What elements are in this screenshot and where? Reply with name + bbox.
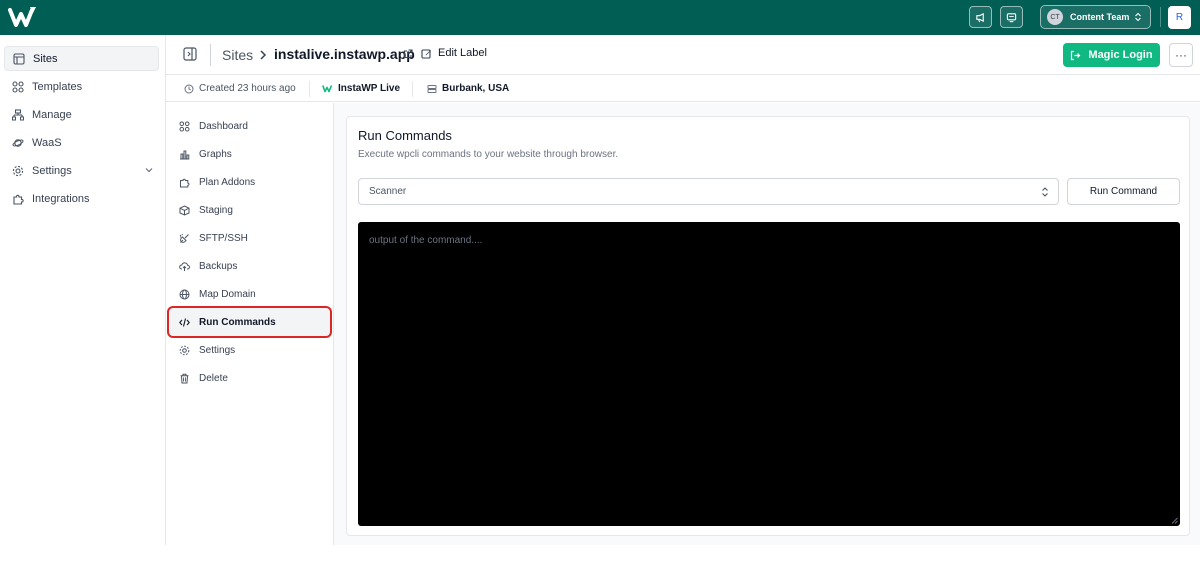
created-text: Created 23 hours ago — [199, 83, 296, 94]
breadcrumb-site-name: instalive.instawp.app — [274, 46, 415, 62]
box-icon — [179, 204, 190, 216]
subnav-item-sftp-ssh[interactable]: SFTP/SSH — [169, 224, 330, 252]
more-options-button[interactable]: ··· — [1169, 43, 1193, 67]
puzzle-icon — [179, 177, 190, 188]
instawp-logo-icon[interactable] — [8, 5, 38, 29]
magic-login-label: Magic Login — [1088, 49, 1153, 61]
page-title: Run Commands — [358, 128, 452, 143]
code-icon — [179, 317, 190, 328]
plug-icon — [179, 233, 190, 244]
trash-icon — [179, 373, 190, 384]
run-commands-card: Run Commands Execute wpcli commands to y… — [346, 116, 1190, 536]
sidebar-item-label: Templates — [32, 80, 83, 93]
subnav-item-label: Run Commands — [199, 316, 276, 328]
sidebar-item-waas[interactable]: WaaS — [4, 130, 159, 155]
gear-icon — [12, 165, 24, 177]
subnav-item-map-domain[interactable]: Map Domain — [169, 280, 330, 308]
team-name: Content Team — [1070, 12, 1130, 22]
subnav-item-settings[interactable]: Settings — [169, 336, 330, 364]
subnav-item-label: Delete — [199, 372, 228, 384]
output-placeholder: output of the command.... — [369, 235, 483, 246]
subnav-item-label: Dashboard — [199, 120, 248, 132]
announcement-button[interactable] — [969, 6, 992, 28]
server-icon — [427, 84, 442, 94]
edit-label-button[interactable]: Edit Label — [421, 47, 487, 59]
grid-icon — [179, 121, 190, 132]
clock-icon — [184, 84, 199, 94]
site-header: Sites instalive.instawp.app Edit Label M… — [166, 35, 1200, 75]
planet-icon — [12, 137, 24, 149]
grid-icon — [12, 80, 24, 93]
layout-icon — [13, 52, 25, 65]
external-link-icon[interactable] — [403, 49, 413, 59]
command-select[interactable]: Scanner — [358, 178, 1059, 205]
subnav-item-label: Backups — [199, 260, 238, 272]
user-avatar-button[interactable]: R — [1168, 6, 1191, 29]
cloud-upload-icon — [179, 261, 190, 272]
instawp-logo-icon — [322, 84, 338, 93]
page-subtitle: Execute wpcli commands to your website t… — [358, 149, 619, 160]
subnav-item-label: Map Domain — [199, 288, 256, 300]
sitemap-icon — [12, 108, 24, 121]
location-info: Burbank, USA — [427, 83, 509, 94]
subnav-item-staging[interactable]: Staging — [169, 196, 330, 224]
site-subnav: Dashboard Graphs Plan Addons Staging SFT… — [166, 103, 334, 545]
megaphone-icon — [975, 12, 986, 23]
breadcrumb-sites[interactable]: Sites — [222, 47, 253, 63]
monitor-message-icon — [1006, 12, 1017, 23]
chevron-down-icon[interactable] — [144, 165, 154, 175]
sidebar-item-settings[interactable]: Settings — [4, 158, 159, 183]
topbar-divider — [1160, 7, 1161, 27]
sidebar-item-label: Sites — [33, 52, 58, 65]
globe-icon — [179, 289, 190, 300]
sidebar-item-templates[interactable]: Templates — [4, 74, 159, 99]
subnav-item-label: Graphs — [199, 148, 232, 160]
subnav-item-run-commands[interactable]: Run Commands — [169, 308, 330, 336]
command-select-value: Scanner — [369, 186, 407, 197]
subnav-item-delete[interactable]: Delete — [169, 364, 330, 392]
puzzle-icon — [12, 193, 24, 205]
bar-chart-icon — [179, 149, 190, 160]
team-switcher[interactable]: CT Content Team — [1040, 5, 1151, 29]
plan-info: InstaWP Live — [322, 83, 400, 94]
subnav-item-plan-addons[interactable]: Plan Addons — [169, 168, 330, 196]
sidebar-item-sites[interactable]: Sites — [4, 46, 159, 71]
subnav-item-graphs[interactable]: Graphs — [169, 140, 330, 168]
edit-icon — [421, 48, 438, 59]
sidebar-toggle-icon[interactable] — [183, 47, 197, 61]
plan-text: InstaWP Live — [338, 83, 401, 94]
site-meta-bar: Created 23 hours ago InstaWP Live Burban… — [166, 76, 1200, 102]
command-output[interactable]: output of the command.... — [358, 222, 1180, 526]
created-info: Created 23 hours ago — [184, 83, 296, 94]
resize-handle-icon[interactable] — [1171, 517, 1178, 524]
subnav-item-label: SFTP/SSH — [199, 232, 248, 244]
subnav-item-label: Plan Addons — [199, 176, 256, 188]
gear-icon — [179, 345, 190, 356]
subnav-item-dashboard[interactable]: Dashboard — [169, 112, 330, 140]
sidebar-item-label: Integrations — [32, 192, 90, 205]
chevron-right-icon — [258, 49, 268, 61]
location-text: Burbank, USA — [442, 83, 510, 94]
meta-divider — [412, 81, 413, 97]
login-icon — [1070, 50, 1088, 61]
run-command-button[interactable]: Run Command — [1067, 178, 1180, 205]
main-sidebar: Sites Templates Manage WaaS Settings Int… — [0, 35, 166, 545]
sidebar-item-manage[interactable]: Manage — [4, 102, 159, 127]
sidebar-item-label: Settings — [32, 164, 72, 177]
feedback-button[interactable] — [1000, 6, 1023, 28]
top-bar: CT Content Team R — [0, 0, 1200, 35]
sidebar-item-label: Manage — [32, 108, 72, 121]
chevron-up-down-icon — [1134, 12, 1142, 22]
magic-login-button[interactable]: Magic Login — [1063, 43, 1160, 67]
chevron-up-down-icon — [1041, 186, 1049, 198]
subnav-item-label: Staging — [199, 204, 233, 216]
header-divider — [210, 44, 211, 66]
meta-divider — [309, 81, 310, 97]
sidebar-item-label: WaaS — [32, 136, 62, 149]
subnav-item-label: Settings — [199, 344, 236, 356]
subnav-item-backups[interactable]: Backups — [169, 252, 330, 280]
sidebar-item-integrations[interactable]: Integrations — [4, 186, 159, 211]
team-avatar: CT — [1047, 9, 1063, 25]
edit-label-text: Edit Label — [438, 47, 487, 59]
